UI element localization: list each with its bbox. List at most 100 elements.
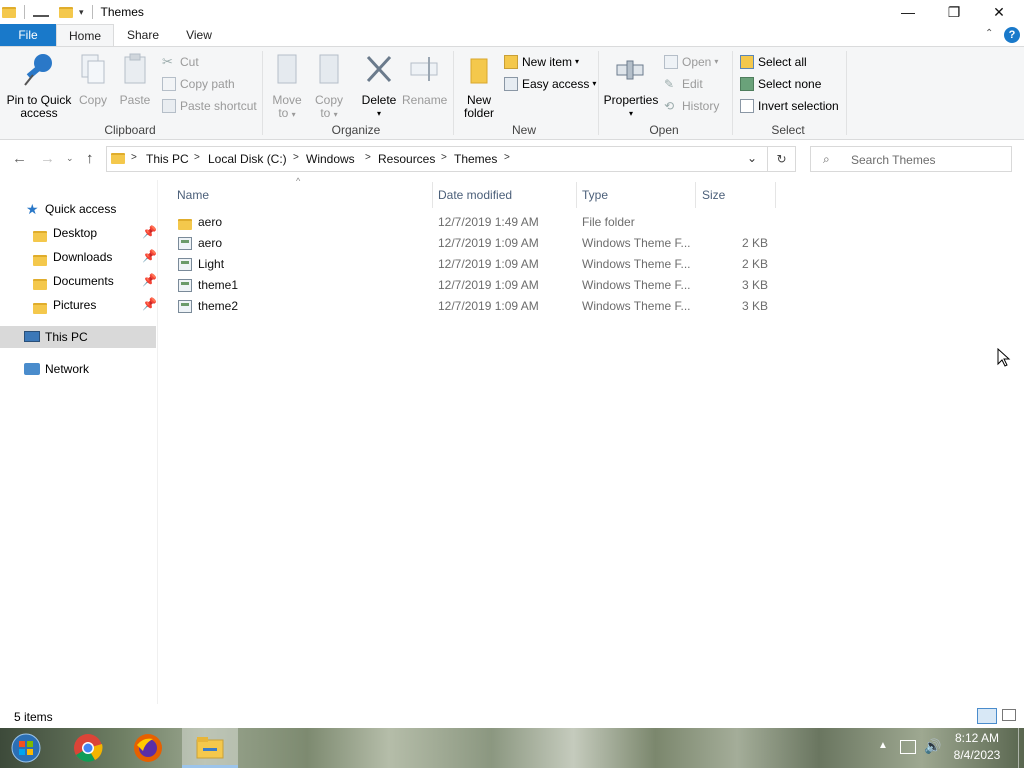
edit-pencil-icon: ✎ — [664, 77, 675, 91]
paste-shortcut-button[interactable]: Paste shortcut — [162, 97, 257, 115]
nav-quick-access[interactable]: ★ Quick access — [0, 198, 156, 220]
nav-pictures[interactable]: Pictures 📌 — [0, 294, 157, 316]
easy-access-label: Easy access — [522, 77, 590, 91]
select-none-button[interactable]: Select none — [740, 75, 821, 93]
nav-network[interactable]: Network — [0, 358, 156, 380]
volume-icon[interactable]: 🔊 — [924, 738, 941, 755]
up-arrow-icon[interactable]: ↑ — [86, 150, 94, 167]
file-row[interactable]: aero 12/7/2019 1:49 AM File folder — [172, 212, 776, 233]
back-arrow-icon[interactable]: ← — [12, 150, 27, 167]
address-bar[interactable]: > This PC > Local Disk (C:) > Windows > … — [106, 146, 768, 172]
file-type: Windows Theme F... — [582, 236, 691, 250]
minimize-button[interactable]: — — [885, 0, 931, 24]
copy-path-button[interactable]: Copy path — [162, 75, 235, 93]
move-to-button[interactable]: Move to ▾ — [268, 51, 306, 121]
column-header-name[interactable]: Name — [177, 186, 209, 204]
file-explorer-icon — [196, 736, 224, 758]
breadcrumb-this-pc[interactable]: This PC — [146, 152, 189, 166]
network-tray-icon[interactable] — [900, 740, 916, 754]
dropdown-arrow-icon: ▾ — [291, 110, 296, 119]
recent-locations-icon[interactable]: ⌄ — [66, 153, 74, 164]
file-row[interactable]: aero 12/7/2019 1:09 AM Windows Theme F..… — [172, 233, 776, 254]
breadcrumb-resources[interactable]: Resources — [378, 152, 435, 166]
file-row[interactable]: theme2 12/7/2019 1:09 AM Windows Theme F… — [172, 296, 776, 317]
column-divider[interactable] — [576, 182, 577, 208]
chrome-taskbar-button[interactable] — [64, 728, 112, 768]
tab-view[interactable]: View — [176, 24, 222, 46]
forward-arrow-icon[interactable]: → — [40, 150, 55, 167]
breadcrumb-local-disk[interactable]: Local Disk (C:) — [208, 152, 287, 166]
theme-file-icon — [178, 258, 192, 272]
address-dropdown-icon[interactable]: ⌄ — [747, 151, 757, 165]
cut-button[interactable]: ✂ Cut — [162, 53, 199, 71]
edit-label: Edit — [682, 77, 703, 91]
copy-to-button[interactable]: Copy to ▾ — [310, 51, 348, 121]
clock[interactable]: 8:12 AM 8/4/2023 — [946, 731, 1008, 762]
properties-button[interactable]: Properties ▾ — [602, 51, 660, 120]
select-none-icon — [740, 77, 754, 91]
properties-icon[interactable] — [33, 7, 49, 17]
help-icon[interactable]: ? — [1004, 27, 1020, 43]
start-button[interactable] — [2, 728, 50, 768]
copy-to-icon — [319, 54, 339, 84]
column-header-type[interactable]: Type — [582, 186, 608, 204]
file-size: 3 KB — [741, 299, 768, 313]
chevron-right-icon[interactable]: > — [131, 152, 137, 163]
firefox-taskbar-button[interactable] — [124, 728, 172, 768]
column-header-date-modified[interactable]: Date modified — [438, 186, 512, 204]
copy-to-label-line2: to — [320, 106, 331, 120]
easy-access-button[interactable]: Easy access ▾ — [504, 75, 596, 93]
breadcrumb-windows[interactable]: Windows — [306, 152, 355, 166]
close-button[interactable]: ✕ — [976, 0, 1022, 24]
nav-this-pc[interactable]: This PC — [0, 326, 156, 348]
chevron-right-icon[interactable]: > — [194, 152, 200, 163]
refresh-button[interactable]: ↻ — [768, 146, 796, 172]
pin-to-quick-access-button[interactable]: Pin to Quick access — [4, 51, 74, 120]
chevron-right-icon[interactable]: > — [441, 152, 447, 163]
open-button[interactable]: Open ▾ — [664, 53, 718, 71]
invert-selection-button[interactable]: Invert selection — [740, 97, 839, 115]
edit-button[interactable]: ✎ Edit — [664, 75, 703, 93]
customize-toolbar-icon[interactable]: ▾ — [79, 7, 84, 18]
file-explorer-taskbar-button[interactable] — [182, 728, 238, 768]
file-row[interactable]: Light 12/7/2019 1:09 AM Windows Theme F.… — [172, 254, 776, 275]
show-desktop-button[interactable] — [1018, 728, 1024, 768]
pin-icon: 📌 — [142, 297, 157, 311]
collapse-ribbon-icon[interactable]: ⌃ — [985, 28, 993, 39]
new-item-button[interactable]: New item ▾ — [504, 53, 579, 71]
column-divider[interactable] — [432, 182, 433, 208]
details-view-icon[interactable] — [977, 708, 997, 724]
chevron-right-icon[interactable]: > — [365, 152, 371, 163]
restore-button[interactable]: ❐ — [931, 0, 977, 24]
title-bar: ▾ Themes — ❐ ✕ — [0, 0, 1024, 24]
file-date: 12/7/2019 1:09 AM — [438, 278, 539, 292]
delete-button[interactable]: Delete ▾ — [358, 51, 400, 120]
column-divider[interactable] — [775, 182, 776, 208]
breadcrumb-themes[interactable]: Themes — [454, 152, 497, 166]
chevron-right-icon[interactable]: > — [504, 152, 510, 163]
column-header-size[interactable]: Size — [702, 186, 725, 204]
column-divider[interactable] — [695, 182, 696, 208]
dropdown-arrow-icon: ▾ — [628, 109, 633, 118]
pane-splitter[interactable] — [157, 180, 158, 704]
nav-downloads[interactable]: Downloads 📌 — [0, 246, 157, 268]
paste-button[interactable]: Paste — [116, 51, 154, 107]
nav-desktop[interactable]: Desktop 📌 — [0, 222, 157, 244]
show-hidden-icons-icon[interactable]: ▲ — [878, 740, 888, 751]
history-button[interactable]: ⟲ History — [664, 97, 719, 115]
chevron-right-icon[interactable]: > — [293, 152, 299, 163]
rename-button[interactable]: Rename — [402, 51, 447, 107]
large-icons-view-icon[interactable] — [1002, 709, 1016, 721]
search-placeholder: Search Themes — [851, 153, 936, 167]
new-folder-icon[interactable] — [59, 6, 73, 18]
paste-shortcut-label: Paste shortcut — [180, 99, 257, 113]
new-folder-button[interactable]: New folder — [460, 51, 498, 120]
tab-share[interactable]: Share — [118, 24, 168, 46]
select-all-button[interactable]: Select all — [740, 53, 807, 71]
tab-home[interactable]: Home — [56, 24, 114, 47]
nav-documents[interactable]: Documents 📌 — [0, 270, 157, 292]
search-box[interactable]: ⌕ Search Themes — [810, 146, 1012, 172]
file-row[interactable]: theme1 12/7/2019 1:09 AM Windows Theme F… — [172, 275, 776, 296]
copy-button[interactable]: Copy — [76, 51, 110, 107]
tab-file[interactable]: File — [0, 24, 56, 46]
